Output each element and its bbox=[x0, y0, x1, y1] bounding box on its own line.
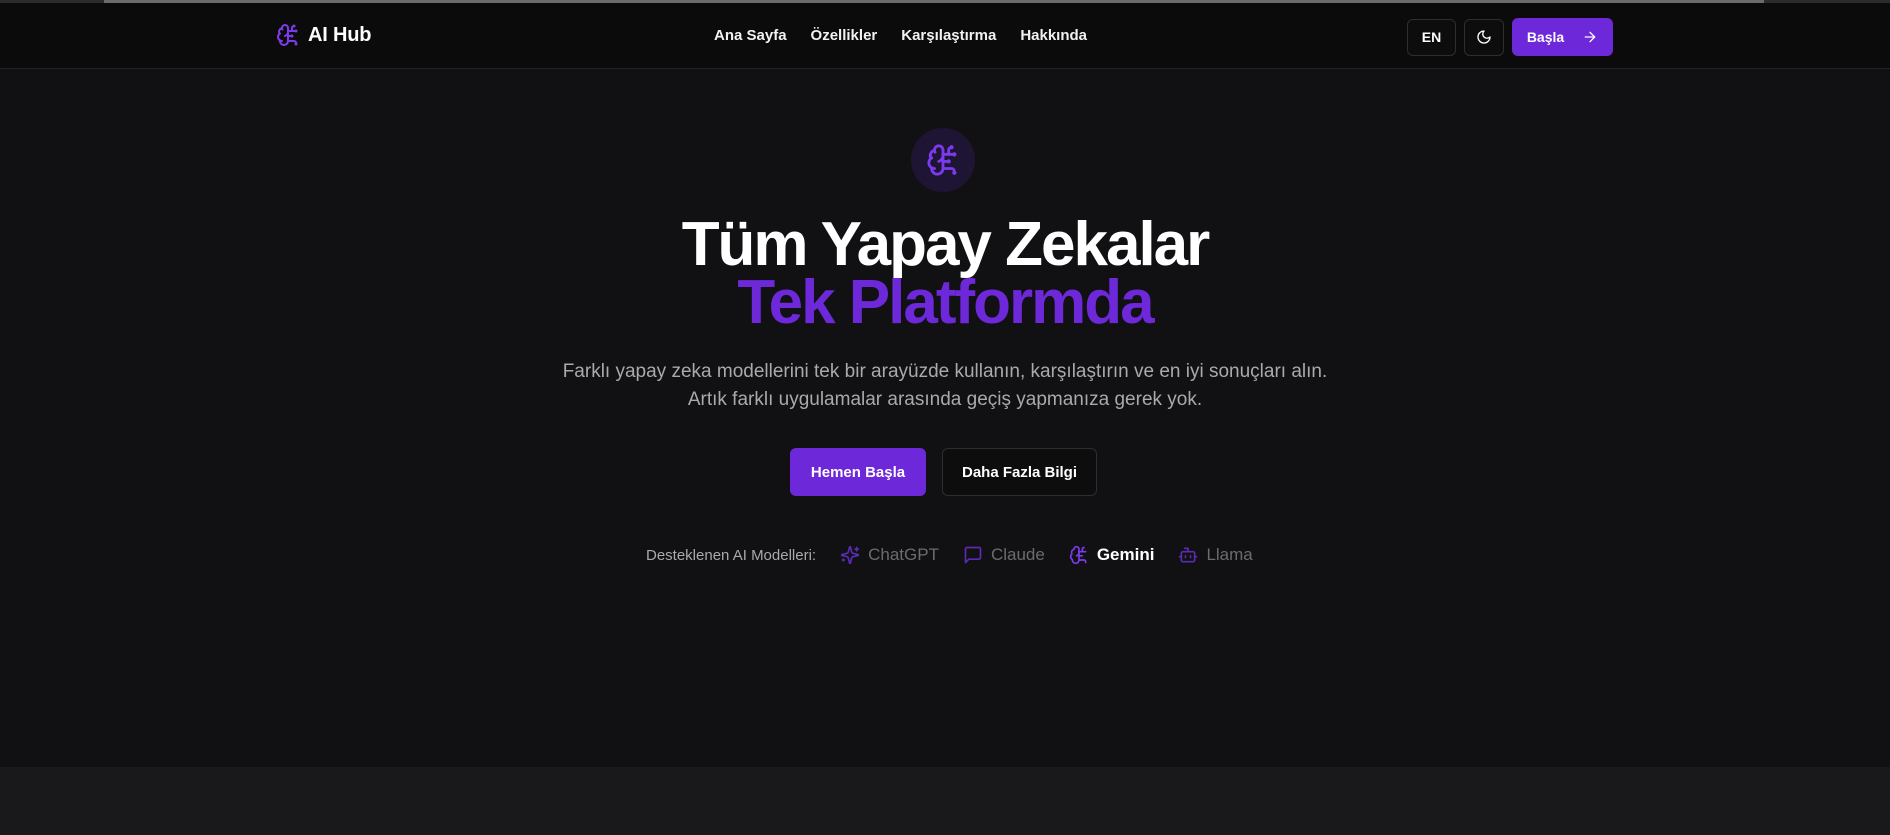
site-header: AI Hub Ana Sayfa Özellikler Karşılaştırm… bbox=[0, 3, 1890, 69]
nav-item-home[interactable]: Ana Sayfa bbox=[714, 27, 787, 44]
hero-badge bbox=[911, 128, 975, 192]
model-chatgpt[interactable]: ChatGPT bbox=[840, 545, 939, 565]
start-button[interactable]: Başla bbox=[1512, 18, 1613, 56]
brain-circuit-icon bbox=[927, 144, 957, 176]
model-name: Gemini bbox=[1096, 545, 1155, 564]
header-actions: EN Başla bbox=[1407, 18, 1613, 56]
get-started-button[interactable]: Hemen Başla bbox=[790, 448, 926, 496]
models-label: Desteklenen AI Modelleri: bbox=[646, 546, 817, 564]
bot-icon bbox=[1179, 547, 1198, 563]
hero-subtitle-line2: Artık farklı uygulamalar arasında geçiş … bbox=[687, 389, 1203, 410]
nav-item-features[interactable]: Özellikler bbox=[811, 27, 878, 44]
next-section bbox=[0, 767, 1890, 835]
learn-more-button[interactable]: Daha Fazla Bilgi bbox=[942, 448, 1097, 496]
moon-icon bbox=[1477, 30, 1491, 44]
theme-toggle-button[interactable] bbox=[1464, 18, 1504, 56]
hero-subtitle-line1: Farklı yapay zeka modellerini tek bir ar… bbox=[562, 361, 1328, 382]
hero-cta-group: Hemen Başla Daha Fazla Bilgi bbox=[790, 448, 1097, 496]
brand-logo[interactable]: AI Hub bbox=[276, 23, 371, 47]
nav-item-about[interactable]: Hakkında bbox=[1020, 27, 1087, 44]
message-square-icon bbox=[964, 546, 982, 564]
supported-models: Desteklenen AI Modelleri: ChatGPT Claude… bbox=[646, 545, 1253, 565]
start-button-label: Başla bbox=[1526, 29, 1565, 45]
sparkles-icon bbox=[840, 545, 860, 565]
model-name: Claude bbox=[990, 545, 1045, 564]
brain-circuit-icon bbox=[277, 24, 298, 46]
model-gemini[interactable]: Gemini bbox=[1069, 545, 1155, 565]
nav-item-comparison[interactable]: Karşılaştırma bbox=[901, 27, 996, 44]
brand-name: AI Hub bbox=[308, 23, 372, 46]
language-button[interactable]: EN bbox=[1407, 18, 1456, 56]
model-name: ChatGPT bbox=[868, 545, 939, 564]
arrow-right-icon bbox=[1584, 31, 1596, 43]
hero-subtitle: Farklı yapay zeka modellerini tek bir ar… bbox=[0, 358, 1890, 414]
model-claude[interactable]: Claude bbox=[963, 545, 1045, 565]
model-name: Llama bbox=[1206, 545, 1253, 564]
brain-circuit-icon bbox=[1069, 545, 1087, 565]
hero-title-line2: Tek Platformda bbox=[737, 268, 1154, 337]
main-nav: Ana Sayfa Özellikler Karşılaştırma Hakkı… bbox=[714, 27, 1087, 44]
model-llama[interactable]: Llama bbox=[1178, 545, 1253, 565]
